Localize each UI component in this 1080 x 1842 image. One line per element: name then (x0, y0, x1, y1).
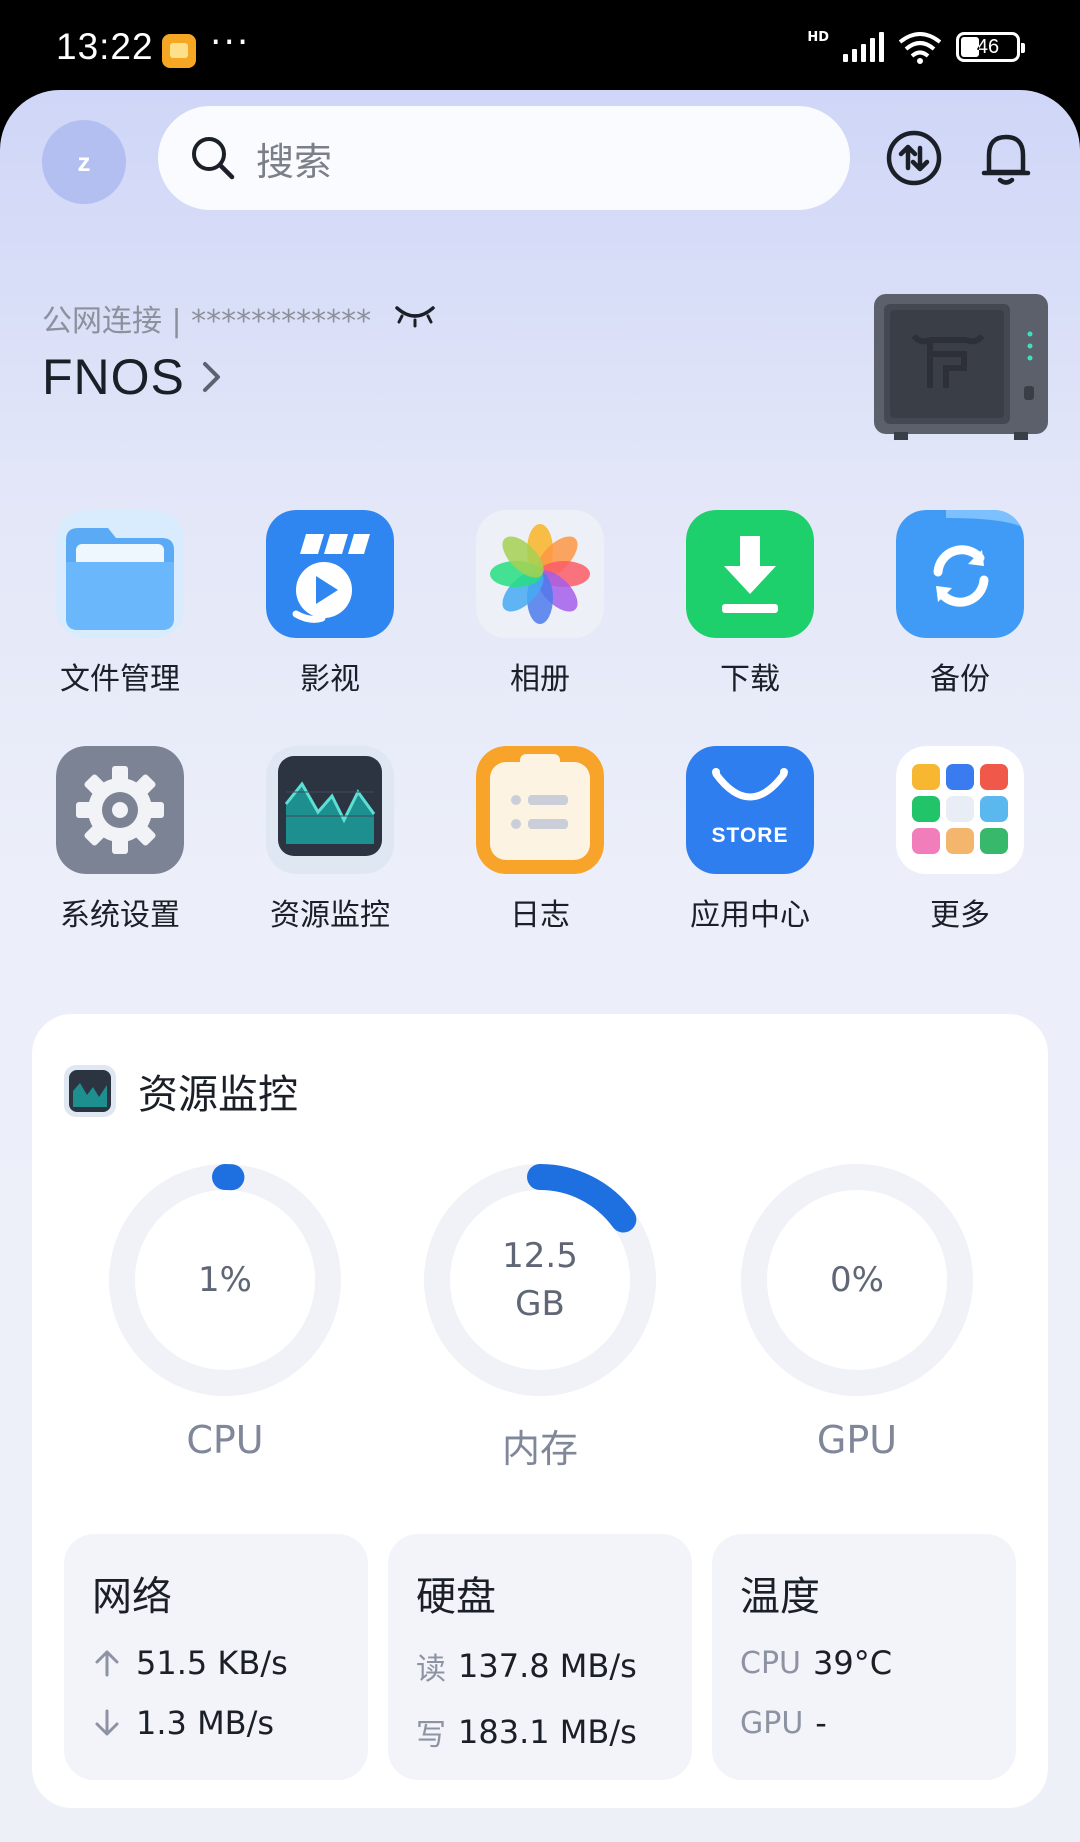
card-header: 资源监控 (64, 1062, 298, 1120)
monitor-icon (266, 746, 394, 874)
app-label: 日志 (510, 898, 570, 933)
battery-icon: 46 (956, 32, 1025, 62)
app-label: 下载 (720, 662, 780, 697)
arrow-down-icon (95, 1709, 119, 1736)
gauge-cpu[interactable]: 1% CPU (105, 1160, 345, 1462)
search-icon (192, 137, 235, 180)
app-row-2: 系统设置 资源监控 日志 STORE 应用中心 更多 (30, 746, 1050, 934)
arrow-up-icon (95, 1650, 119, 1677)
signal-icon (843, 32, 884, 62)
search-bar[interactable]: 搜索 (158, 106, 850, 210)
gauge-value: 1% (198, 1260, 252, 1300)
monitor-small-icon (64, 1065, 116, 1117)
app-video[interactable]: 影视 (240, 510, 420, 698)
disk-stat[interactable]: 硬盘 读 137.8 MB/s 写 183.1 MB/s (388, 1534, 692, 1780)
backup-icon (896, 510, 1024, 638)
chevron-right-icon (202, 362, 220, 392)
app-photos[interactable]: 相册 (450, 510, 630, 698)
network-upload: 51.5 KB/s (92, 1644, 340, 1682)
network-stat[interactable]: 网络 51.5 KB/s 1.3 MB/s (64, 1534, 368, 1780)
write-label: 写 (416, 1718, 446, 1753)
app-label: 备份 (930, 662, 990, 697)
nas-device-image (874, 294, 1048, 440)
download-icon (686, 510, 814, 638)
temperature-stat[interactable]: 温度 CPU 39°C GPU - (712, 1534, 1016, 1780)
gauge-label: CPU (186, 1418, 264, 1462)
app-download[interactable]: 下载 (660, 510, 840, 698)
network-download: 1.3 MB/s (92, 1704, 340, 1742)
app-label: 相册 (510, 662, 570, 697)
status-time: 13:22 (56, 26, 154, 67)
cpu-temp: CPU 39°C (740, 1644, 988, 1682)
gauge-label: 内存 (501, 1427, 578, 1471)
battery-level: 46 (976, 35, 1000, 58)
app-grid: 文件管理 影视 相册 下载 备份 系统设置 资源监控 日志 STORE 应用中心… (30, 510, 1050, 974)
log-icon (476, 746, 604, 874)
photos-icon (476, 510, 604, 638)
disk-read: 读 137.8 MB/s (416, 1644, 664, 1688)
notification-app-icon (162, 34, 196, 68)
gpu-temp-label: GPU (740, 1705, 804, 1741)
app-store[interactable]: STORE 应用中心 (660, 746, 840, 934)
gauge-value-unit: GB (515, 1284, 565, 1324)
search-placeholder: 搜索 (256, 139, 333, 184)
gauges: 1% CPU 12.5 GB 内存 0% GPU (32, 1160, 1048, 1471)
card-title: 资源监控 (138, 1072, 298, 1118)
app-label: 文件管理 (60, 662, 180, 697)
gauge-value: 12.5 GB (420, 1232, 660, 1328)
app-log[interactable]: 日志 (450, 746, 630, 934)
app-label: 更多 (930, 898, 990, 933)
store-icon: STORE (686, 746, 814, 874)
wifi-icon (898, 32, 942, 64)
connection-label: 公网连接 | ************ (42, 304, 372, 339)
more-apps-icon (896, 746, 1024, 874)
status-bar: 13:22 ··· HD 46 (0, 0, 1080, 94)
eye-closed-icon[interactable] (394, 302, 436, 328)
more-notifications-icon: ··· (210, 22, 251, 63)
app-more[interactable]: 更多 (870, 746, 1050, 934)
gpu-temp-value: - (815, 1704, 827, 1742)
read-speed: 137.8 MB/s (458, 1647, 637, 1685)
cpu-temp-label: CPU (740, 1645, 801, 1681)
folder-icon (56, 510, 184, 638)
gauge-memory[interactable]: 12.5 GB 内存 (420, 1160, 660, 1473)
resource-monitor-card[interactable]: 资源监控 1% CPU 12.5 GB 内存 0% GPU 网络 51.5 KB… (32, 1014, 1048, 1808)
hd-badge: HD (807, 29, 829, 45)
app-resource-monitor[interactable]: 资源监控 (240, 746, 420, 934)
device-name: FNOS (42, 349, 185, 405)
transfer-icon[interactable] (882, 126, 946, 190)
gauge-label: GPU (816, 1418, 898, 1462)
write-speed: 183.1 MB/s (458, 1713, 637, 1751)
gauge-value-number: 12.5 (502, 1236, 578, 1276)
cpu-temp-value: 39°C (813, 1644, 893, 1682)
bell-icon[interactable] (974, 126, 1038, 190)
upload-speed: 51.5 KB/s (136, 1644, 288, 1682)
app-settings[interactable]: 系统设置 (30, 746, 210, 934)
app-label: 应用中心 (690, 898, 810, 933)
avatar[interactable]: z (42, 120, 126, 204)
stat-title: 网络 (92, 1574, 172, 1620)
app-surface: z 搜索 公网连接 | ************ FNOS 文件管理 影视 相册… (0, 90, 1080, 1842)
video-icon (266, 510, 394, 638)
settings-icon (56, 746, 184, 874)
avatar-initial: z (77, 146, 91, 177)
app-label: 资源监控 (270, 898, 390, 933)
stat-title: 硬盘 (416, 1574, 496, 1620)
gauge-value: 0% (830, 1260, 884, 1300)
stats-row: 网络 51.5 KB/s 1.3 MB/s 硬盘 读 137.8 MB/s 写 18… (64, 1534, 1016, 1780)
app-backup[interactable]: 备份 (870, 510, 1050, 698)
app-label: 影视 (300, 662, 360, 697)
gauge-gpu[interactable]: 0% GPU (737, 1160, 977, 1462)
stat-title: 温度 (740, 1574, 820, 1620)
device-name-link[interactable]: FNOS (42, 348, 223, 406)
app-label: 系统设置 (60, 898, 180, 933)
disk-write: 写 183.1 MB/s (416, 1710, 664, 1754)
store-badge: STORE (711, 824, 789, 847)
download-speed: 1.3 MB/s (136, 1704, 275, 1742)
gpu-temp: GPU - (740, 1704, 988, 1742)
read-label: 读 (416, 1652, 446, 1687)
app-row-1: 文件管理 影视 相册 下载 备份 (30, 510, 1050, 698)
app-file-manager[interactable]: 文件管理 (30, 510, 210, 698)
